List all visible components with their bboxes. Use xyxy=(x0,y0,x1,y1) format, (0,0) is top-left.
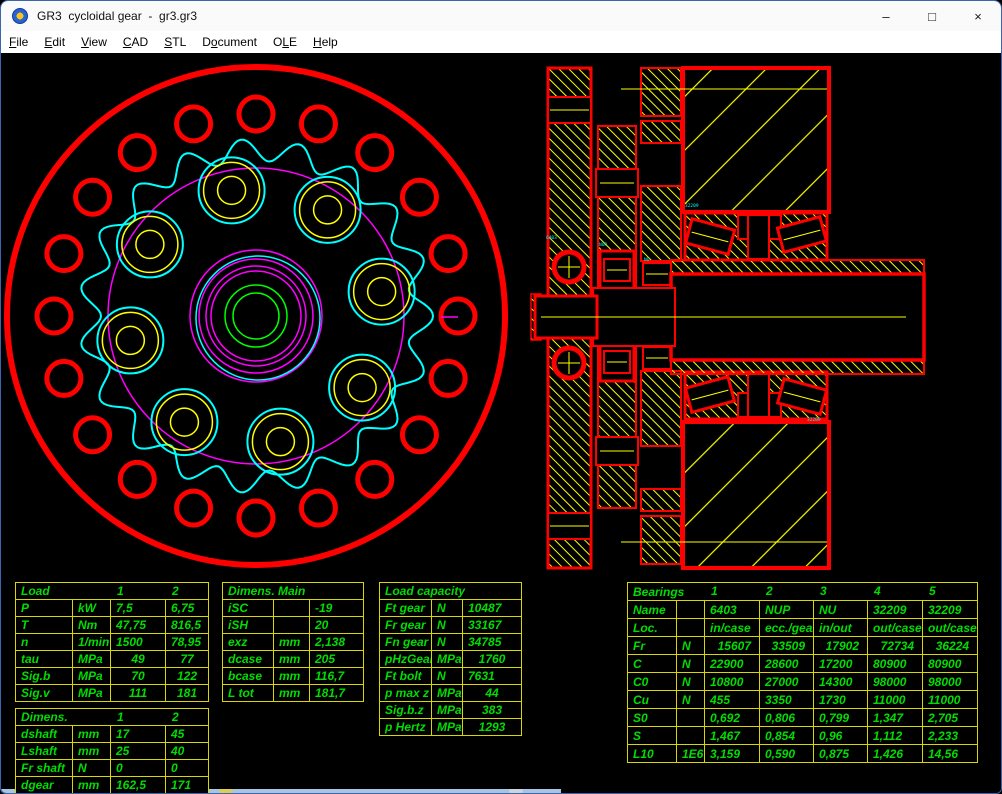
table-row: Sig.bMPa70122 xyxy=(16,668,209,685)
table-row: CuN455335017301100011000 xyxy=(628,691,978,709)
capacity-table-title: Load capacity xyxy=(380,583,522,600)
menu-cad[interactable]: CAD xyxy=(115,35,156,49)
main-table-title: Dimens. Main xyxy=(223,583,364,600)
menu-help[interactable]: Help xyxy=(305,35,346,49)
minimize-button[interactable]: – xyxy=(863,1,909,31)
window-controls: – □ × xyxy=(863,1,1001,31)
close-button[interactable]: × xyxy=(955,1,1001,31)
titlebar: GR3 cycloidal gear - gr3.gr3 – □ × xyxy=(1,1,1001,31)
menu-file[interactable]: File xyxy=(1,35,36,49)
dimens-table-title: Dimens.12 xyxy=(16,709,209,726)
table-row: p HertzMPa1293 xyxy=(380,719,522,736)
maximize-button[interactable]: □ xyxy=(909,1,955,31)
taskbar-blob xyxy=(509,789,523,793)
menu-view[interactable]: View xyxy=(73,35,115,49)
app-icon xyxy=(12,8,28,24)
table-row: n1/min150078,95 xyxy=(16,634,209,651)
table-row: pHzGearMPa1760 xyxy=(380,651,522,668)
app-window: GR3 cycloidal gear - gr3.gr3 – □ × FileE… xyxy=(0,0,1002,794)
table-row: exzmm2,138 xyxy=(223,634,364,651)
table-row: dcasemm205 xyxy=(223,651,364,668)
table-row: S1,4670,8540,961,1122,233 xyxy=(628,727,978,745)
svg-text:32209: 32209 xyxy=(807,417,821,423)
svg-text:32209: 32209 xyxy=(685,203,699,209)
table-row: S00,6920,8060,7991,3472,705 xyxy=(628,709,978,727)
dimens-table: Dimens.12dshaftmm1745Lshaftmm2540Fr shaf… xyxy=(15,708,209,794)
capacity-table: Load capacityFt gearN10487Fr gearN33167F… xyxy=(379,582,522,736)
table-row: L101E63,1590,5900,8751,42614,56 xyxy=(628,745,978,763)
table-row: FrN1560733509179027273436224 xyxy=(628,637,978,655)
table-row: Fn gearN34785 xyxy=(380,634,522,651)
load-table: Load12PkW7,56,75TNm47,75816,5n1/min15007… xyxy=(15,582,209,702)
table-row: TNm47,75816,5 xyxy=(16,617,209,634)
svg-text:NUP: NUP xyxy=(599,242,607,248)
menu-ole[interactable]: OLE xyxy=(265,35,305,49)
main-table: Dimens. MainiSC-19iSH20exzmm2,138dcasemm… xyxy=(222,582,364,702)
bearings-table: Bearings12345Name6403NUPNU3220932209Loc.… xyxy=(627,582,978,763)
table-row: Lshaftmm2540 xyxy=(16,743,209,760)
svg-text:NU: NU xyxy=(644,257,650,263)
table-row: Sig.b.zMPa383 xyxy=(380,702,522,719)
table-row: C0N1080027000143009800098000 xyxy=(628,673,978,691)
table-row: p max zMPa44 xyxy=(380,685,522,702)
svg-text:6403: 6403 xyxy=(546,235,557,241)
table-row: Fr gearN33167 xyxy=(380,617,522,634)
table-row: iSH20 xyxy=(223,617,364,634)
table-row: Loc.in/caseecc./gearin/outout/caseout/ca… xyxy=(628,619,978,637)
menubar: FileEditViewCADSTLDocumentOLEHelp xyxy=(1,31,1001,53)
table-row: dshaftmm1745 xyxy=(16,726,209,743)
table-row: Ft boltN7631 xyxy=(380,668,522,685)
table-row: CN2290028600172008090080900 xyxy=(628,655,978,673)
table-row: Sig.vMPa111181 xyxy=(16,685,209,702)
table-row: iSC-19 xyxy=(223,600,364,617)
table-row: tauMPa4977 xyxy=(16,651,209,668)
taskbar-blob xyxy=(219,789,233,793)
table-row: Fr shaftN00 xyxy=(16,760,209,777)
menu-document[interactable]: Document xyxy=(194,35,265,49)
section-view-drawing[interactable]: 6403 NUP NU 32209 32209 xyxy=(1,53,1002,571)
bearing-top xyxy=(685,213,827,260)
table-row: Name6403NUPNU3220932209 xyxy=(628,601,978,619)
menu-edit[interactable]: Edit xyxy=(36,35,73,49)
table-row: L totmm181,7 xyxy=(223,685,364,702)
bearings-table-title: Bearings12345 xyxy=(628,583,978,601)
menu-stl[interactable]: STL xyxy=(156,35,194,49)
window-title: GR3 cycloidal gear - gr3.gr3 xyxy=(37,9,197,23)
load-table-title: Load12 xyxy=(16,583,209,600)
table-row: PkW7,56,75 xyxy=(16,600,209,617)
table-row: bcasemm116,7 xyxy=(223,668,364,685)
table-row: Ft gearN10487 xyxy=(380,600,522,617)
bearing-bottom xyxy=(685,372,827,419)
table-row: dgearmm162,5171 xyxy=(16,777,209,794)
section-view: 6403 NUP NU 32209 32209 xyxy=(531,68,924,568)
